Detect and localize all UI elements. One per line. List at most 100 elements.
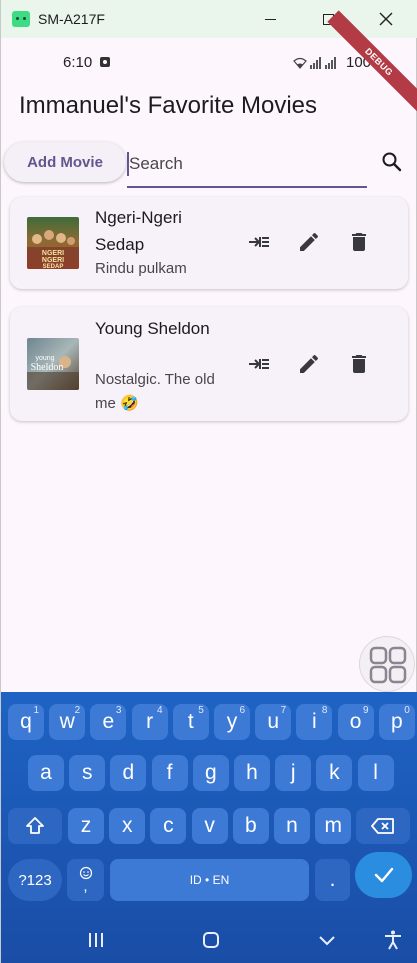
movie-poster: NGERI NGERI SEDAP [27,217,79,269]
system-nav-bar [1,918,417,963]
key-q[interactable]: q1 [8,704,44,740]
key-label: i [312,710,317,733]
recents-icon[interactable] [84,928,108,952]
key-label: e [102,710,115,733]
pencil-icon[interactable] [297,352,321,376]
key-k[interactable]: k [316,755,353,791]
search-field[interactable] [127,146,367,188]
key-hint: 5 [198,705,204,716]
status-time: 6:10 [63,54,93,71]
backspace-key[interactable] [356,808,410,844]
key-d[interactable]: d [110,755,147,791]
key-label: u [267,710,280,733]
status-icons [293,57,337,69]
search-input[interactable] [129,146,365,182]
key-h[interactable]: h [234,755,270,791]
key-p[interactable]: p0 [378,704,415,740]
move-to-inbox-icon[interactable] [247,352,271,376]
svg-text:NGERI: NGERI [42,257,64,264]
key-f[interactable]: f [151,755,188,791]
key-s[interactable]: s [69,755,106,791]
pencil-icon[interactable] [297,230,321,254]
key-b[interactable]: b [232,808,269,844]
add-movie-button[interactable]: Add Movie [4,142,126,182]
window-title: SM-A217F [38,11,105,27]
key-hint: 2 [74,705,81,716]
enter-key[interactable] [355,852,412,898]
key-i[interactable]: i8 [296,704,333,740]
move-to-inbox-icon[interactable] [247,230,271,254]
comma-label: , [83,878,88,895]
movie-title: Ngeri-Ngeri Sedap [95,208,182,254]
emoji-comma-key[interactable]: , [67,859,104,901]
key-hint: 1 [33,705,39,716]
key-z[interactable]: z [68,808,104,844]
key-g[interactable]: g [192,755,229,791]
key-label: t [187,710,194,733]
signal-icon [310,57,321,69]
home-icon[interactable] [199,928,223,952]
key-label: p [390,710,403,733]
movie-description: Nostalgic. The old me 🤣 [95,371,215,412]
symbols-key[interactable]: ?123 [8,859,62,901]
search-icon[interactable] [380,150,404,174]
hide-keyboard-icon[interactable] [315,928,339,952]
key-hint: 4 [157,705,163,716]
shift-key[interactable] [8,808,62,844]
key-m[interactable]: m [315,808,352,844]
svg-text:young: young [35,355,54,362]
svg-text:SEDAP: SEDAP [43,264,64,269]
key-x[interactable]: x [109,808,146,844]
close-window-button[interactable] [363,0,409,38]
android-icon [12,11,30,27]
key-r[interactable]: r4 [131,704,168,740]
trash-icon[interactable] [347,230,371,254]
svg-text:Sheldon: Sheldon [31,362,64,373]
key-hint: 3 [115,705,122,716]
movie-card[interactable]: young Sheldon Young Sheldon Nostalgic. T… [10,307,408,421]
key-y[interactable]: y6 [214,704,250,740]
minimize-icon [264,18,276,20]
accessibility-icon[interactable] [381,928,405,952]
key-e[interactable]: e3 [90,704,127,740]
key-hint: 8 [321,705,328,716]
key-l[interactable]: l [357,755,394,791]
key-o[interactable]: o9 [337,704,374,740]
poster-art: young Sheldon [27,355,79,390]
key-hint: 9 [363,705,369,716]
minimize-button[interactable] [247,0,293,38]
notification-icon [100,57,110,67]
key-label: y [226,710,238,733]
key-n[interactable]: n [274,808,310,844]
movie-title: Young Sheldon [95,319,210,338]
key-w[interactable]: w2 [49,704,86,740]
svg-text:NGERI: NGERI [42,250,64,257]
movie-description: Rindu pulkam [95,260,187,277]
key-label: q [20,710,32,733]
key-hint: 0 [404,705,410,716]
wifi-icon [293,57,307,69]
key-label: o [349,710,362,733]
poster-art: NGERI NGERI SEDAP [27,230,79,269]
trash-icon[interactable] [347,352,371,376]
key-hint: 7 [280,705,287,716]
key-j[interactable]: j [275,755,312,791]
key-c[interactable]: c [150,808,187,844]
key-label: w [59,710,75,733]
key-a[interactable]: a [28,755,64,791]
key-u[interactable]: u7 [255,704,292,740]
close-icon [379,12,393,26]
key-hint: 6 [239,705,245,716]
space-key[interactable]: ID • EN [110,859,309,901]
movie-card[interactable]: NGERI NGERI SEDAP Ngeri-Ngeri Sedap Rind… [10,197,408,289]
floating-grid-button[interactable] [359,636,415,692]
checkmark-icon [374,867,393,883]
shift-icon [26,817,44,834]
period-key[interactable]: . [315,859,350,901]
grid-icon [369,646,407,684]
key-v[interactable]: v [191,808,228,844]
signal-2-icon [325,57,336,69]
page-title: Immanuel's Favorite Movies [19,92,318,119]
status-bar: 6:10 100% [1,46,417,80]
key-t[interactable]: t5 [172,704,209,740]
